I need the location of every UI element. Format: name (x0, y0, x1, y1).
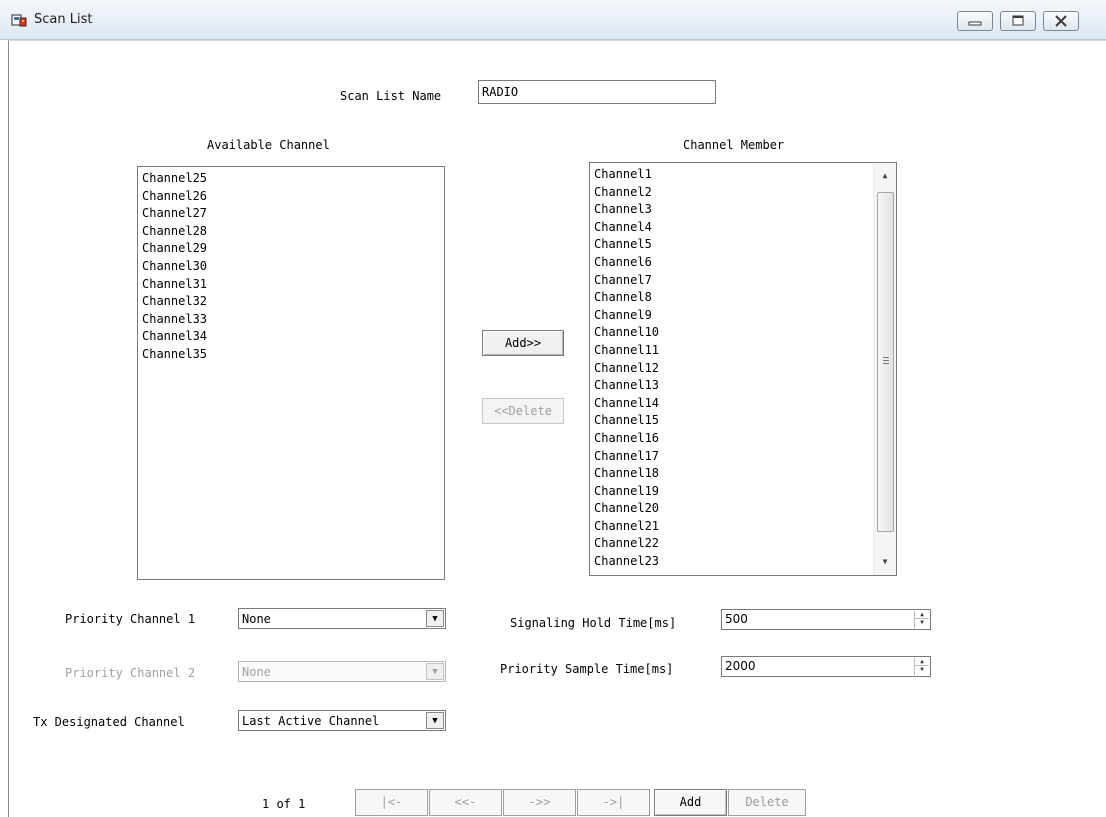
close-button[interactable] (1043, 11, 1079, 31)
previous-page-button[interactable]: <<- (429, 789, 502, 816)
list-item[interactable]: Channel32 (142, 293, 444, 311)
next-page-button[interactable]: ->> (503, 789, 576, 816)
list-item[interactable]: Channel17 (594, 448, 896, 466)
signaling-hold-time-spinner[interactable]: 500 ▲ ▼ (721, 609, 931, 630)
spinner-buttons[interactable]: ▲ ▼ (914, 658, 929, 675)
delete-member-button[interactable]: <<Delete (482, 398, 564, 424)
spin-up-icon[interactable]: ▲ (915, 658, 929, 666)
list-item[interactable]: Channel27 (142, 205, 444, 223)
priority-channel-1-label: Priority Channel 1 (65, 612, 196, 626)
list-item[interactable]: Channel11 (594, 342, 896, 360)
list-item[interactable]: Channel2 (594, 184, 896, 202)
list-item[interactable]: Channel8 (594, 289, 896, 307)
restore-button[interactable] (1000, 11, 1036, 31)
grip-icon (883, 357, 889, 364)
radio-app-icon (11, 14, 27, 27)
list-item[interactable]: Channel30 (142, 258, 444, 276)
priority-channel-2-value: None (242, 665, 271, 679)
list-item[interactable]: Channel23 (594, 553, 896, 571)
chevron-down-icon[interactable]: ▼ (426, 610, 444, 627)
list-item[interactable]: Channel26 (142, 188, 444, 206)
list-item[interactable]: Channel13 (594, 377, 896, 395)
tx-designated-channel-select[interactable]: Last Active Channel ▼ (238, 710, 446, 731)
scroll-down-icon[interactable]: ▼ (874, 553, 896, 571)
priority-channel-2-label: Priority Channel 2 (65, 666, 196, 680)
minimize-button[interactable] (957, 11, 993, 31)
list-item[interactable]: Channel10 (594, 324, 896, 342)
window-title: Scan List (34, 12, 93, 27)
list-item[interactable]: Channel22 (594, 535, 896, 553)
priority-channel-2-select[interactable]: None ▼ (238, 661, 446, 682)
list-item[interactable]: Channel6 (594, 254, 896, 272)
list-item[interactable]: Channel15 (594, 412, 896, 430)
list-item[interactable]: Channel12 (594, 360, 896, 378)
signaling-hold-time-value: 500 (725, 612, 748, 626)
scan-list-name-label: Scan List Name (340, 89, 442, 103)
tx-designated-channel-label: Tx Designated Channel (33, 715, 185, 729)
list-item[interactable]: Channel35 (142, 346, 444, 364)
minimize-icon (968, 21, 982, 26)
scan-list-name-input[interactable]: RADIO (478, 80, 716, 104)
list-item[interactable]: Channel19 (594, 483, 896, 501)
list-item[interactable]: Channel14 (594, 395, 896, 413)
list-item[interactable]: Channel25 (142, 170, 444, 188)
list-item[interactable]: Channel1 (594, 166, 896, 184)
priority-channel-1-select[interactable]: None ▼ (238, 608, 446, 629)
list-item[interactable]: Channel29 (142, 240, 444, 258)
spin-down-icon[interactable]: ▼ (915, 666, 929, 674)
list-item[interactable]: Channel34 (142, 328, 444, 346)
available-channel-header: Available Channel (207, 138, 330, 152)
available-channel-list[interactable]: Channel25 Channel26 Channel27 Channel28 … (137, 166, 445, 580)
add-scan-list-button[interactable]: Add (654, 789, 727, 816)
first-page-button[interactable]: |<- (355, 789, 428, 816)
spin-down-icon[interactable]: ▼ (915, 619, 929, 627)
list-item[interactable]: Channel20 (594, 500, 896, 518)
restore-icon (1012, 15, 1024, 26)
priority-sample-time-value: 2000 (725, 659, 756, 673)
spinner-buttons[interactable]: ▲ ▼ (914, 611, 929, 628)
scrollbar-thumb[interactable] (877, 192, 894, 532)
list-item[interactable]: Channel28 (142, 223, 444, 241)
priority-sample-time-spinner[interactable]: 2000 ▲ ▼ (721, 656, 931, 677)
last-page-button[interactable]: ->| (577, 789, 650, 816)
delete-scan-list-button[interactable]: Delete (728, 789, 806, 816)
scroll-up-icon[interactable]: ▲ (874, 167, 896, 185)
list-item[interactable]: Channel21 (594, 518, 896, 536)
priority-sample-time-label: Priority Sample Time[ms] (500, 662, 674, 676)
list-item[interactable]: Channel31 (142, 276, 444, 294)
priority-channel-1-value: None (242, 612, 271, 626)
list-item[interactable]: Channel16 (594, 430, 896, 448)
chevron-down-icon[interactable]: ▼ (426, 712, 444, 729)
page-indicator: 1 of 1 (262, 797, 306, 811)
list-item[interactable]: Channel3 (594, 201, 896, 219)
channel-member-list[interactable]: Channel1 Channel2 Channel3 Channel4 Chan… (589, 162, 897, 576)
channel-member-header: Channel Member (683, 138, 785, 152)
add-member-button[interactable]: Add>> (482, 330, 564, 356)
list-item[interactable]: Channel18 (594, 465, 896, 483)
close-icon (1055, 15, 1067, 27)
list-item[interactable]: Channel4 (594, 219, 896, 237)
list-item[interactable]: Channel5 (594, 236, 896, 254)
title-bar: Scan List (0, 0, 1106, 40)
member-list-scrollbar[interactable]: ▲ ▼ (873, 163, 896, 575)
spin-up-icon[interactable]: ▲ (915, 611, 929, 619)
tx-designated-channel-value: Last Active Channel (242, 714, 380, 728)
list-item[interactable]: Channel9 (594, 307, 896, 325)
list-item[interactable]: Channel33 (142, 311, 444, 329)
signaling-hold-time-label: Signaling Hold Time[ms] (510, 616, 677, 630)
chevron-down-icon[interactable]: ▼ (426, 663, 444, 680)
list-item[interactable]: Channel7 (594, 272, 896, 290)
